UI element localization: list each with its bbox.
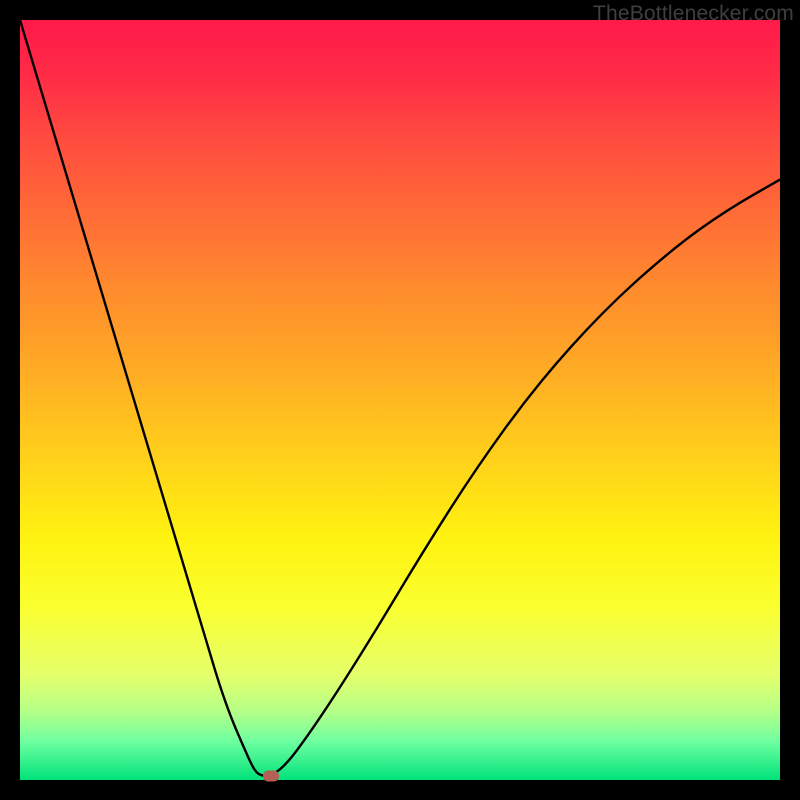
optimum-marker (263, 771, 279, 782)
bottleneck-curve (20, 20, 780, 780)
chart-frame (20, 20, 780, 780)
watermark-text: TheBottlenecker.com (593, 2, 794, 26)
